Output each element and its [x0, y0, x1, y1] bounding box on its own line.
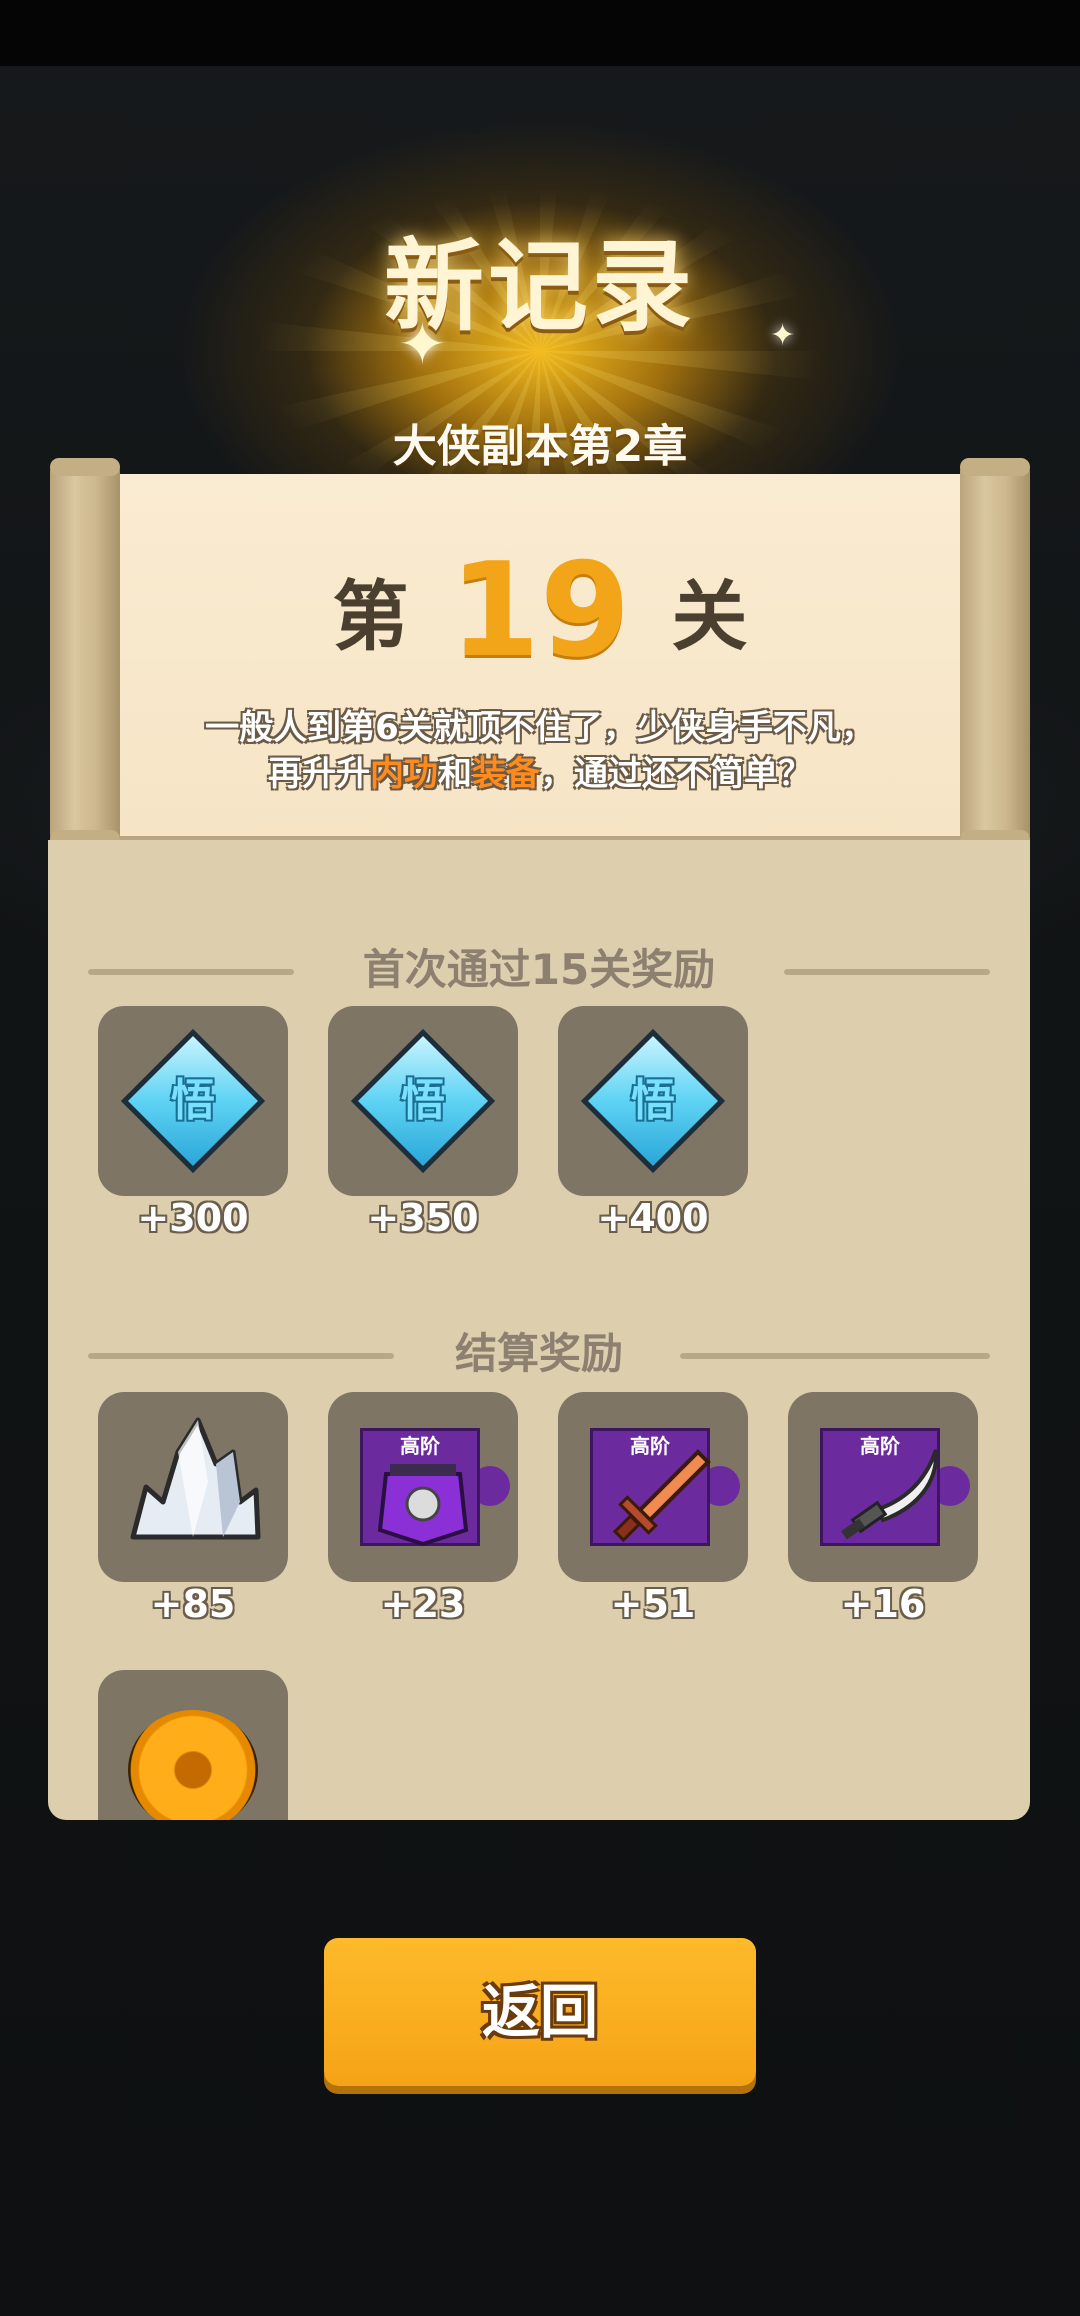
reward-slot[interactable]: 高阶 [788, 1392, 978, 1582]
desc-text: ，通过还不简单？ [540, 754, 812, 794]
description-line-2: 再升升内功和装备，通过还不简单？ [96, 751, 984, 797]
reward-slot[interactable]: 高阶 [328, 1392, 518, 1582]
reward-slot[interactable] [98, 1392, 288, 1582]
description-line-1: 一般人到第6关就顶不住了，少侠身手不凡， [205, 708, 875, 748]
reward-count: +23 [380, 1582, 466, 1626]
desc-text: 和 [438, 754, 472, 794]
reward-slot[interactable]: 悟 [558, 1006, 748, 1196]
reward-count: +300 [137, 1196, 249, 1240]
tier-label: 高阶 [860, 1434, 900, 1458]
reward-count: +85 [150, 1582, 236, 1626]
highlight-equipment: 装备 [472, 754, 540, 794]
reward-slot[interactable]: 悟 [328, 1006, 518, 1196]
desc-text: 再升升 [268, 754, 370, 794]
reward-count: +16 [840, 1582, 926, 1626]
crystal-icon [130, 1417, 261, 1540]
reward-count: +51 [610, 1582, 696, 1626]
stage-prefix: 第 [332, 572, 409, 661]
gem-glyph: 悟 [171, 1075, 215, 1126]
stage-heading: 第 19 关 [96, 545, 984, 675]
status-bar [0, 0, 1080, 66]
reward-slot[interactable]: 悟 [98, 1006, 288, 1196]
saber-icon [841, 1449, 939, 1540]
page-title: 新记录 [384, 228, 696, 345]
reward-count: +350 [367, 1196, 479, 1240]
gem-glyph: 悟 [401, 1075, 445, 1126]
coin-icon [128, 1710, 258, 1820]
tier-label: 高阶 [630, 1434, 670, 1458]
back-button[interactable]: 返回 [324, 1938, 756, 2086]
sword-icon [612, 1449, 711, 1543]
armor-icon [377, 1464, 469, 1547]
tier-label: 高阶 [400, 1434, 440, 1458]
highlight-neigong: 内功 [370, 754, 438, 794]
first-clear-divider: 首次通过15关奖励 [48, 940, 1030, 1000]
reward-panel: 首次通过15关奖励 悟 +300 悟 +350 悟 +400 结算奖励 +85 [48, 840, 1030, 1820]
gem-glyph: 悟 [631, 1075, 675, 1126]
stage-description: 一般人到第6关就顶不住了，少侠身手不凡， 再升升内功和装备，通过还不简单？ [96, 705, 984, 797]
stage-suffix: 关 [671, 572, 748, 661]
reward-count: +400 [597, 1196, 709, 1240]
chapter-label: 大侠副本第2章 [392, 421, 688, 472]
stage-number: 19 [449, 534, 631, 686]
settlement-divider: 结算奖励 [48, 1324, 1030, 1384]
reward-slot[interactable]: 高阶 [558, 1392, 748, 1582]
reward-slot[interactable] [98, 1670, 288, 1820]
